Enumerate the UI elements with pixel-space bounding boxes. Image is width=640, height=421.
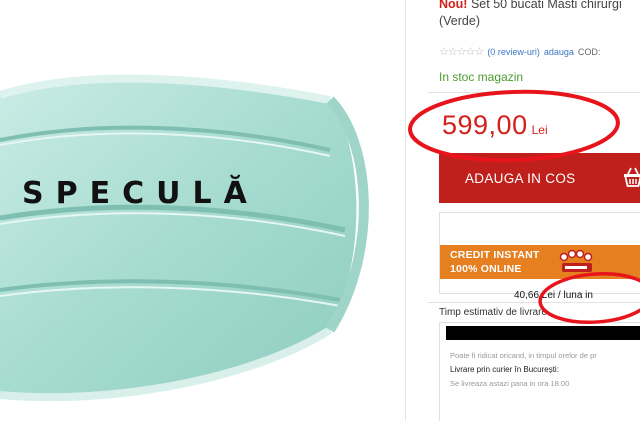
monthly-rate: 40,66 Lei / luna in xyxy=(514,290,593,301)
delivery-today: Se livreaza astazi pana in ora 18:00 xyxy=(450,379,570,388)
censor-bar xyxy=(446,326,640,340)
product-title: Nou! Set 50 bucati Masti chirurgi (Verde… xyxy=(439,0,640,30)
review-meta: ☆☆☆☆☆ (0 review-uri) adauga COD: xyxy=(439,45,600,58)
code-label: COD: xyxy=(577,46,601,57)
title-line1: Set 50 bucati Masti chirurgi xyxy=(470,0,622,11)
price-amount: 599,00 xyxy=(442,110,528,140)
add-to-cart-button[interactable]: ADAUGA IN COS xyxy=(439,153,640,203)
new-badge: Nou! xyxy=(439,0,468,11)
shopping-basket-icon xyxy=(624,167,640,187)
product-info-panel: Nou! Set 50 bucati Masti chirurgi (Verde… xyxy=(406,0,640,421)
courier-label: Livrare prin curier în București: xyxy=(450,365,559,374)
overlay-word: SPECULĂ xyxy=(22,176,259,211)
pickup-note: Poate fi ridicat oricand, in timpul orel… xyxy=(450,351,597,360)
price-currency: Lei xyxy=(531,123,548,137)
price: 599,00 Lei xyxy=(442,110,548,141)
product-image[interactable]: SPECULĂ xyxy=(0,0,405,421)
title-line2: (Verde) xyxy=(439,14,480,28)
credit-box: CREDIT INSTANT 100% ONLINE xyxy=(439,212,640,294)
add-review-link[interactable]: adauga xyxy=(544,47,574,57)
add-to-cart-label: ADAUGA IN COS xyxy=(465,170,576,186)
reviews-link[interactable]: (0 review-uri) xyxy=(487,47,540,57)
delivery-title: Timp estimativ de livrare xyxy=(439,307,547,318)
stock-status: In stoc magazin xyxy=(439,70,524,84)
credit-banner[interactable]: CREDIT INSTANT 100% ONLINE xyxy=(440,245,640,279)
empty-stars-icon: ☆☆☆☆☆ xyxy=(439,46,484,58)
credit-line2: 100% ONLINE xyxy=(450,263,522,275)
credit-line1: CREDIT INSTANT xyxy=(450,249,540,261)
credit-logo-icon xyxy=(559,249,593,272)
divider-line xyxy=(428,302,640,303)
divider-line xyxy=(428,92,640,93)
